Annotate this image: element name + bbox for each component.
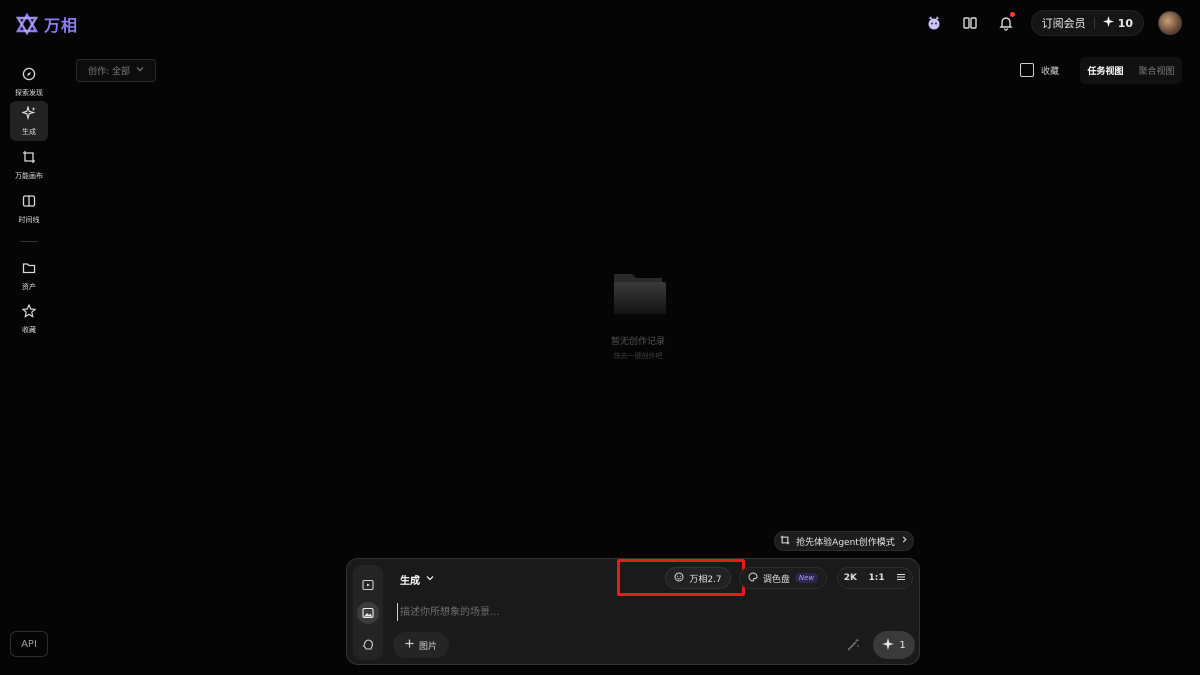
add-image-button[interactable]: 图片 (393, 632, 449, 658)
empty-folder-icon (610, 268, 666, 316)
plus-icon (405, 639, 414, 651)
book-icon[interactable] (959, 12, 981, 34)
prompt-composer: 生成 万相2.7 调色盘 New 2K 1:1 描述你所想象的场景... 图片 … (346, 558, 920, 665)
sidebar-item-label: 时间线 (18, 215, 40, 224)
generate-submit-button[interactable]: 1 (873, 631, 915, 659)
mode-rail (353, 565, 383, 660)
sidebar-item-explore[interactable]: 探索发现 (10, 62, 48, 102)
chevron-right-icon (901, 536, 908, 546)
sparkle-icon (882, 637, 895, 653)
favorites-filter[interactable]: 收藏 (1020, 63, 1059, 77)
sidebar-item-label: 收藏 (22, 325, 36, 334)
sidebar-item-label: 万能画布 (15, 171, 43, 180)
sidebar-item-canvas[interactable]: 万能画布 (10, 145, 48, 185)
empty-state: 暂无创作记录 快去一键创作吧 (588, 268, 688, 361)
header-actions: 订阅会员 10 (923, 10, 1182, 36)
points-count: 10 (1117, 16, 1133, 30)
add-image-label: 图片 (418, 641, 437, 652)
magic-wand-icon[interactable] (845, 637, 861, 653)
app-logo-icon (15, 12, 39, 36)
bell-icon[interactable] (995, 12, 1017, 34)
compass-icon (22, 67, 36, 84)
view-switcher: 任务视图 聚合视图 (1080, 57, 1182, 84)
crop-icon (22, 150, 36, 167)
agent-mode-button[interactable]: 抢先体验Agent创作模式 (774, 531, 914, 551)
output-settings[interactable]: 2K 1:1 (837, 567, 913, 589)
sidebar-item-timeline[interactable]: 时间线 (10, 189, 48, 229)
folder-icon (22, 261, 36, 278)
empty-subtitle: 快去一键创作吧 (613, 352, 663, 360)
creation-filter-dropdown[interactable]: 创作: 全部 (76, 59, 156, 82)
sidebar-item-label: 资产 (22, 282, 36, 291)
sidebar: 探索发现 生成 万能画布 时间线 资产 收藏 API (0, 56, 58, 675)
crop-icon (780, 535, 790, 548)
notification-dot (1009, 12, 1015, 17)
image-mode-icon[interactable] (357, 602, 379, 624)
star-icon (21, 303, 37, 321)
palette-label: 调色盘 (762, 574, 790, 585)
resolution-value[interactable]: 2K (844, 573, 857, 583)
new-badge: New (794, 573, 819, 583)
top-bar: 万相 订阅会员 10 (0, 0, 1200, 48)
points-balance[interactable]: 10 (1102, 16, 1133, 30)
filter-label: 创作: 全部 (88, 67, 130, 77)
video-mode-icon[interactable] (357, 574, 379, 596)
api-button[interactable]: API (10, 631, 48, 657)
split-view-icon (22, 194, 36, 211)
mascot-icon[interactable] (923, 12, 945, 34)
logo[interactable]: 万相 (15, 12, 79, 36)
palette-icon (748, 572, 758, 585)
prompt-input[interactable] (397, 603, 837, 621)
app-name: 万相 (44, 16, 79, 35)
avatar-mode-icon[interactable] (357, 634, 379, 656)
generate-mode-dropdown[interactable]: 生成 (393, 569, 441, 589)
palette-selector[interactable]: 调色盘 New (739, 567, 827, 589)
divider (1093, 17, 1095, 29)
membership-pill[interactable]: 订阅会员 10 (1030, 10, 1144, 36)
sliders-icon[interactable] (896, 572, 906, 585)
generate-mode-label: 生成 (400, 575, 420, 587)
sidebar-item-label: 探索发现 (15, 88, 43, 97)
sidebar-item-assets[interactable]: 资产 (10, 256, 48, 296)
tab-task-view[interactable]: 任务视图 (1087, 64, 1123, 77)
empty-title: 暂无创作记录 (610, 337, 665, 347)
chevron-down-icon (136, 65, 144, 76)
aspect-ratio-value[interactable]: 1:1 (869, 573, 885, 583)
chevron-down-icon (426, 574, 434, 585)
highlight-annotation-box (617, 559, 745, 596)
sparkle-icon (1102, 16, 1114, 30)
avatar[interactable] (1158, 11, 1182, 35)
sidebar-item-label: 生成 (22, 127, 36, 136)
favorites-label: 收藏 (1041, 66, 1060, 77)
sparkle-icon (20, 104, 36, 123)
sidebar-item-favorites[interactable]: 收藏 (10, 299, 48, 339)
sidebar-divider (20, 241, 38, 242)
agent-mode-label: 抢先体验Agent创作模式 (796, 537, 895, 548)
sidebar-item-generate[interactable]: 生成 (10, 101, 48, 141)
tab-aggregate-view[interactable]: 聚合视图 (1138, 64, 1174, 77)
submit-count: 1 (899, 639, 906, 651)
favorites-checkbox[interactable] (1020, 63, 1034, 77)
subscribe-member-label[interactable]: 订阅会员 (1042, 15, 1086, 31)
